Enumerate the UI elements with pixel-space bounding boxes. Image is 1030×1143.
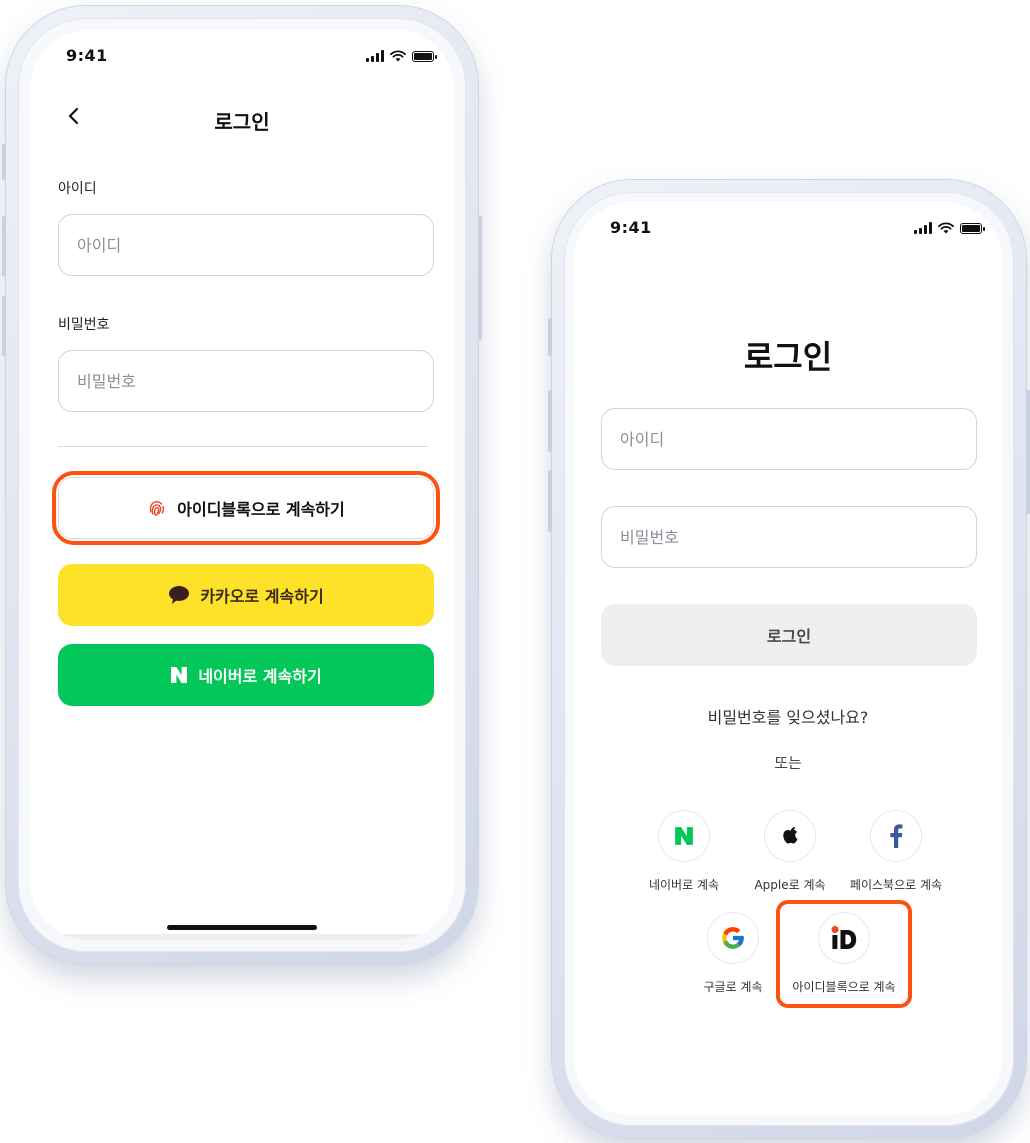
side-button bbox=[478, 216, 482, 340]
side-button bbox=[2, 144, 6, 180]
id-label: 아이디 bbox=[58, 181, 97, 197]
naver-login-button[interactable]: 네이버로 계속하기 bbox=[58, 644, 434, 706]
naver-logo-icon bbox=[171, 667, 188, 683]
page-title: 로그인 bbox=[214, 110, 270, 134]
status-time: 9:41 bbox=[66, 46, 108, 65]
naver-login-option[interactable]: 네이버로 계속 bbox=[624, 810, 744, 893]
wifi-icon bbox=[390, 50, 406, 62]
google-label: 구글로 계속 bbox=[703, 980, 763, 994]
kakao-button-label: 카카오로 계속하기 bbox=[200, 587, 324, 606]
signal-icon bbox=[914, 222, 932, 234]
google-circle bbox=[707, 912, 759, 964]
login-button[interactable]: 로그인 bbox=[601, 604, 977, 666]
side-button bbox=[1026, 390, 1030, 514]
id-input[interactable] bbox=[58, 214, 434, 276]
password-label: 비밀번호 bbox=[58, 317, 110, 333]
apple-login-option[interactable]: Apple로 계속 bbox=[730, 810, 850, 893]
facebook-circle bbox=[870, 810, 922, 862]
battery-icon bbox=[960, 223, 985, 234]
naver-circle bbox=[658, 810, 710, 862]
facebook-logo-icon bbox=[890, 824, 903, 848]
side-button bbox=[548, 470, 552, 532]
google-login-option[interactable]: 구글로 계속 bbox=[673, 912, 793, 995]
status-icons bbox=[366, 50, 437, 62]
side-button bbox=[2, 216, 6, 276]
phone-frame-left: 9:41 로그인 아이디 비밀번호 bbox=[2, 6, 482, 964]
signal-icon bbox=[366, 50, 384, 62]
id-input[interactable] bbox=[601, 408, 977, 470]
status-time: 9:41 bbox=[610, 218, 652, 237]
home-indicator[interactable] bbox=[167, 925, 317, 930]
google-logo-icon bbox=[722, 927, 744, 949]
side-button bbox=[548, 318, 552, 356]
highlight-box bbox=[776, 900, 912, 1008]
naver-button-label: 네이버로 계속하기 bbox=[198, 667, 322, 686]
divider bbox=[58, 446, 428, 447]
forgot-password-link[interactable]: 비밀번호를 잊으셨나요? bbox=[574, 704, 1002, 728]
naver-label: 네이버로 계속 bbox=[648, 878, 720, 892]
battery-icon bbox=[412, 51, 437, 62]
apple-label: Apple로 계속 bbox=[754, 878, 826, 892]
phone-frame-right: 9:41 로그인 로그인 비밀번호를 잊으셨나요? 또는 bbox=[548, 180, 1030, 1138]
password-input[interactable] bbox=[601, 506, 977, 568]
side-button bbox=[548, 390, 552, 452]
apple-circle bbox=[764, 810, 816, 862]
kakao-talk-icon bbox=[169, 586, 190, 604]
bottom-sheet-edge bbox=[54, 934, 430, 940]
highlight-box bbox=[52, 471, 440, 545]
facebook-login-option[interactable]: 페이스북으로 계속 bbox=[836, 810, 956, 893]
apple-logo-icon bbox=[783, 827, 798, 844]
wifi-icon bbox=[938, 222, 954, 234]
status-icons bbox=[914, 222, 985, 234]
facebook-label: 페이스북으로 계속 bbox=[849, 878, 943, 892]
or-separator: 또는 bbox=[774, 754, 802, 772]
naver-logo-icon bbox=[675, 827, 693, 845]
kakao-login-button[interactable]: 카카오로 계속하기 bbox=[58, 564, 434, 626]
page-title: 로그인 bbox=[743, 338, 833, 376]
password-input[interactable] bbox=[58, 350, 434, 412]
side-button bbox=[2, 296, 6, 356]
